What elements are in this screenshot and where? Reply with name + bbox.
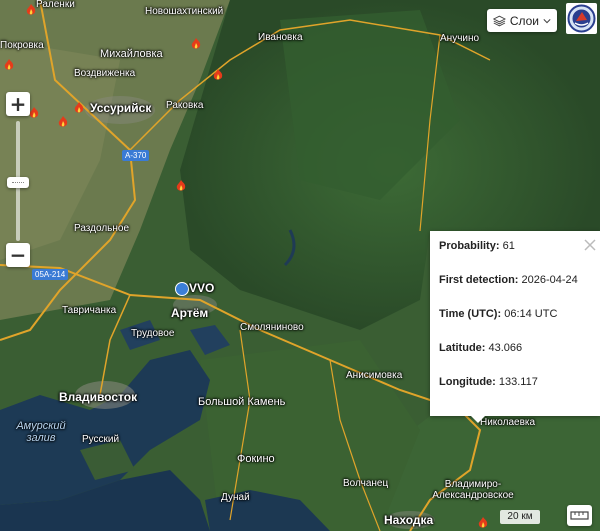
zoom-in-button[interactable]: + bbox=[6, 92, 30, 116]
popup-pointer bbox=[470, 415, 486, 423]
place-label: Трудовое bbox=[131, 328, 175, 339]
place-label: Николаевка bbox=[480, 417, 536, 428]
fire-icon[interactable] bbox=[476, 516, 490, 530]
latitude-label: Latitude: bbox=[439, 342, 486, 354]
layers-button[interactable]: Слои bbox=[487, 9, 557, 32]
time-utc-value: 06:14 UTC bbox=[504, 308, 558, 320]
place-label: Уссурийск bbox=[90, 101, 152, 115]
satellite-map[interactable]: A-370 05A-214 VVO Раленки Новошахтинский… bbox=[0, 0, 600, 531]
place-label: Дунай bbox=[221, 492, 250, 503]
place-label: Раковка bbox=[166, 100, 204, 111]
zoom-out-label: − bbox=[9, 243, 27, 267]
ruler-button[interactable] bbox=[567, 505, 592, 526]
place-label: Раленки bbox=[36, 0, 75, 10]
place-label: Большой Камень bbox=[198, 396, 286, 408]
place-label: Тавричанка bbox=[62, 305, 117, 316]
place-label: Волчанец bbox=[343, 478, 389, 489]
close-icon[interactable] bbox=[582, 237, 598, 253]
layers-icon bbox=[493, 15, 506, 26]
place-label: Анисимовка bbox=[346, 370, 403, 381]
organization-logo bbox=[566, 3, 597, 34]
fire-icon[interactable] bbox=[56, 115, 70, 129]
place-label: Ивановка bbox=[258, 32, 303, 43]
first-detection-label: First detection: bbox=[439, 274, 519, 286]
fire-icon[interactable] bbox=[2, 58, 16, 72]
fire-icon[interactable] bbox=[189, 37, 203, 51]
place-label: Владимиро-Александровское bbox=[432, 479, 514, 501]
fire-info-popup: Probability: 61 First detection: 2026-04… bbox=[430, 231, 600, 416]
place-label: Покровка bbox=[0, 40, 44, 51]
probability-value: 61 bbox=[502, 240, 515, 252]
place-label: Раздольное bbox=[74, 223, 130, 234]
place-label: Фокино bbox=[237, 453, 275, 465]
layers-button-label: Слои bbox=[509, 13, 539, 28]
fire-icon[interactable] bbox=[174, 179, 188, 193]
place-label: Владивосток bbox=[59, 390, 138, 404]
place-label: Новошахтинский bbox=[145, 6, 224, 17]
logo-emblem-icon bbox=[567, 4, 596, 33]
road-badge-05a214: 05A-214 bbox=[32, 269, 69, 280]
longitude-label: Longitude: bbox=[439, 376, 496, 388]
place-label: Находка bbox=[384, 513, 434, 527]
fire-icon[interactable] bbox=[24, 3, 38, 17]
latitude-value: 43.066 bbox=[488, 342, 523, 354]
place-label: Смоляниново bbox=[240, 322, 304, 333]
map-scale: 20 км bbox=[500, 510, 540, 524]
probability-label: Probability: bbox=[439, 240, 500, 252]
zoom-in-label: + bbox=[9, 92, 27, 116]
first-detection-value: 2026-04-24 bbox=[521, 274, 578, 286]
place-label: Русский bbox=[82, 434, 120, 445]
fire-icon[interactable] bbox=[211, 68, 225, 82]
ruler-icon bbox=[570, 511, 589, 520]
road-badge-a370: A-370 bbox=[122, 150, 150, 161]
zoom-out-button[interactable]: − bbox=[6, 243, 30, 267]
place-label: Амурский залив bbox=[16, 420, 66, 444]
airport-icon[interactable] bbox=[175, 282, 189, 296]
place-label: Воздвиженка bbox=[74, 68, 136, 79]
airport-label: VVO bbox=[189, 281, 215, 295]
place-label: Артём bbox=[171, 306, 209, 320]
place-label: Михайловка bbox=[100, 48, 163, 60]
longitude-value: 133.117 bbox=[498, 376, 538, 388]
time-utc-label: Time (UTC): bbox=[439, 308, 502, 320]
fire-icon[interactable] bbox=[72, 101, 86, 115]
place-label: Анучино bbox=[440, 33, 480, 44]
zoom-slider-handle[interactable] bbox=[7, 177, 29, 188]
chevron-down-icon bbox=[543, 18, 551, 23]
